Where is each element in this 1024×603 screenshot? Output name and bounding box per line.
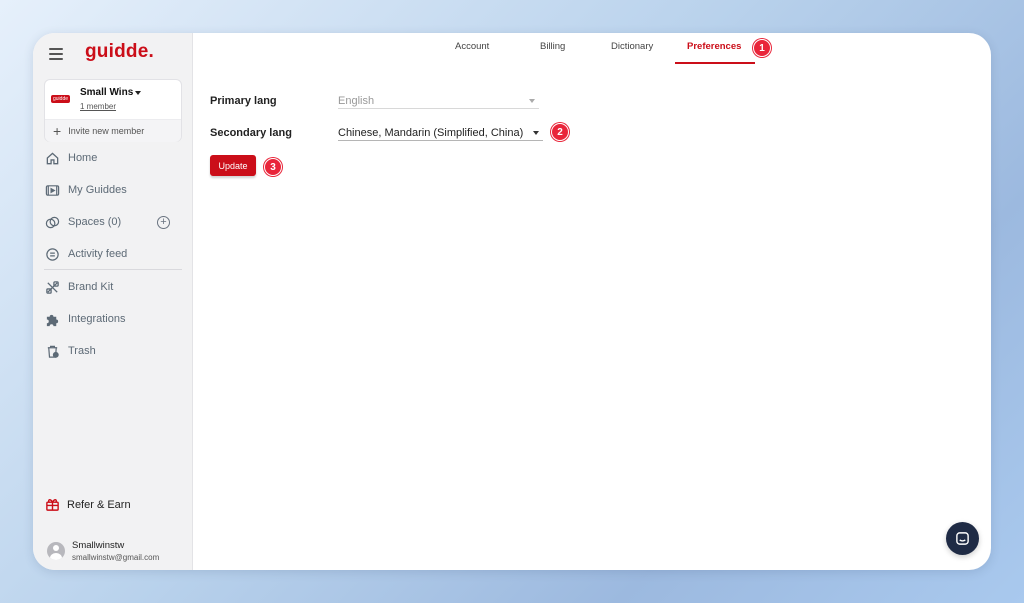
update-button[interactable]: Update [210,155,256,176]
secondary-lang-select[interactable]: Chinese, Mandarin (Simplified, China) [338,125,543,141]
user-profile[interactable]: Smallwinstw smallwinstw@gmail.com [47,540,159,562]
secondary-lang-label: Secondary lang [210,127,292,139]
chevron-down-icon[interactable] [533,131,539,135]
trash-icon [47,345,59,358]
add-space-button[interactable]: + [157,216,170,229]
refer-and-earn-button[interactable]: Refer & Earn [45,497,131,512]
home-icon [46,151,59,164]
step-badge-1: 1 [753,39,771,57]
sidebar-item-label: Spaces (0) [68,216,122,228]
tab-account[interactable]: Account [455,41,489,52]
primary-lang-select: English [338,93,539,109]
secondary-lang-value: Chinese, Mandarin (Simplified, China) [338,126,524,139]
sidebar-item-spaces[interactable]: Spaces (0) [45,211,121,233]
workspace-name[interactable]: Small Wins [80,87,133,98]
gift-icon [46,499,59,511]
sidebar-item-label: My Guiddes [68,184,127,196]
sidebar-item-label: Activity feed [68,248,128,260]
menu-icon[interactable] [49,48,63,60]
sidebar-item-brand-kit[interactable]: Brand Kit [45,276,113,298]
spaces-icon [45,216,60,228]
tab-preferences[interactable]: Preferences [687,41,741,52]
puzzle-icon [46,314,59,326]
plus-icon: + [53,123,62,139]
active-tab-indicator [675,62,755,64]
refer-and-earn-label: Refer & Earn [67,498,131,511]
sidebar-item-label: Trash [68,345,96,357]
avatar [47,542,65,560]
brand-kit-icon [46,280,59,294]
primary-lang-label: Primary lang [210,95,277,107]
sidebar-divider [44,269,182,270]
sidebar: guidde. guidde Small Wins 1 member + Inv… [33,33,193,570]
guidde-logo[interactable]: guidde. [85,41,154,63]
workspace-members-link[interactable]: 1 member [80,102,116,111]
user-email: smallwinstw@gmail.com [72,553,160,562]
step-badge-3: 3 [264,158,282,176]
main-content: Account Billing Dictionary Preferences 1… [193,33,991,570]
sidebar-item-label: Integrations [68,313,126,325]
chevron-down-icon [529,99,535,103]
tab-dictionary[interactable]: Dictionary [611,41,653,52]
chat-support-button[interactable] [946,522,979,555]
sidebar-item-my-guiddes[interactable]: My Guiddes [45,179,127,201]
activity-icon [46,247,59,261]
sidebar-item-activity-feed[interactable]: Activity feed [45,243,127,265]
sidebar-item-integrations[interactable]: Integrations [45,308,125,330]
settings-tabs: Account Billing Dictionary Preferences 1 [193,33,991,64]
chevron-down-icon[interactable] [135,91,141,95]
chat-icon [956,532,969,545]
plus-icon: + [160,216,167,228]
primary-lang-value: English [338,94,375,107]
invite-member-button[interactable]: + Invite new member [45,119,181,142]
workspace-card[interactable]: guidde Small Wins 1 member + Invite new … [44,79,182,142]
app-window: guidde. guidde Small Wins 1 member + Inv… [33,33,991,570]
sidebar-item-label: Home [68,152,98,164]
sidebar-item-home[interactable]: Home [45,147,97,169]
workspace-logo-badge: guidde [51,95,71,103]
video-icon [45,184,60,196]
invite-member-label: Invite new member [68,126,145,136]
tab-billing[interactable]: Billing [540,41,565,52]
sidebar-item-trash[interactable]: Trash [45,340,96,362]
sidebar-item-label: Brand Kit [68,281,114,293]
user-name: Smallwinstw [72,540,125,551]
step-badge-2: 2 [551,123,569,141]
